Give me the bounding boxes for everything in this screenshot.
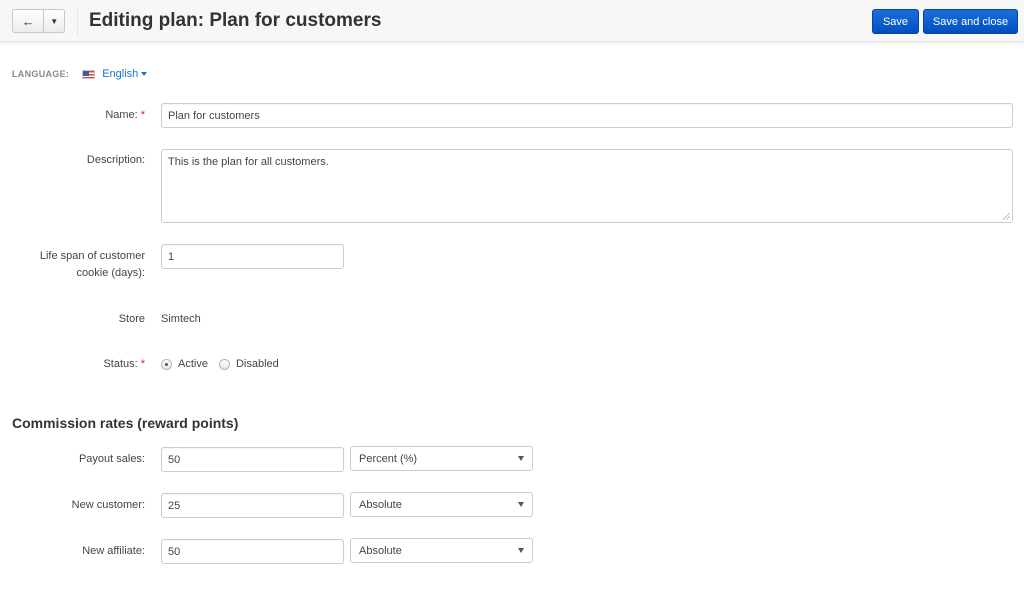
cookie-lifespan-input[interactable]: 1 [161,244,344,269]
status-disabled-label[interactable]: Disabled [236,358,279,370]
language-value: English [102,68,139,80]
language-selector-row: LANGUAGE: English [12,68,148,80]
payout-sales-label: Payout sales: [78,453,145,465]
arrow-left-icon: ← [21,13,35,29]
required-marker: * [140,358,145,370]
save-and-close-button[interactable]: Save and close [923,9,1018,34]
language-label: LANGUAGE: [12,69,70,79]
navigation-button-group: ← ▼ [12,9,65,33]
history-dropdown-button[interactable]: ▼ [44,10,64,32]
payout-sales-input[interactable]: 50 [161,447,344,472]
name-label: Name: * [105,109,145,121]
description-label: Description: [86,154,145,166]
back-button[interactable]: ← [13,10,45,32]
caret-down-icon: ▼ [50,16,59,26]
toolbar-divider [77,6,78,36]
status-active-radio[interactable] [161,358,172,370]
select-value: Absolute [359,544,402,557]
select-value: Percent (%) [359,452,418,465]
new-customer-type-select[interactable]: Absolute [350,492,533,517]
new-affiliate-input[interactable]: 50 [161,539,344,564]
new-affiliate-label: New affiliate: [82,545,145,557]
status-label: Status: * [103,358,145,370]
select-value: Absolute [359,498,402,511]
commission-section-title: Commission rates (reward points) [12,415,239,431]
required-marker: * [140,109,145,121]
caret-down-icon [518,456,524,461]
page-title: Editing plan: Plan for customers [89,10,382,31]
cookie-lifespan-label: Life span of customer cookie (days): [39,250,145,279]
us-flag-icon [82,69,96,79]
new-affiliate-type-select[interactable]: Absolute [350,538,533,563]
status-disabled-radio[interactable] [218,358,230,370]
new-customer-label: New customer: [71,499,145,511]
status-active-label[interactable]: Active [178,358,208,370]
name-input[interactable]: Plan for customers [161,103,1013,128]
caret-down-icon [518,502,524,507]
new-customer-input[interactable]: 25 [161,493,344,518]
resize-handle[interactable] [1003,213,1010,220]
caret-down-icon [141,72,148,77]
store-value: Simtech [161,313,201,325]
top-toolbar: ← ▼ Editing plan: Plan for customers Sav… [0,0,1024,42]
description-text: This is the plan for all customers. [168,156,329,168]
save-button[interactable]: Save [872,9,919,34]
description-textarea[interactable]: This is the plan for all customers. [161,149,1013,223]
status-radio-group: Active Disabled [161,358,290,370]
payout-sales-type-select[interactable]: Percent (%) [350,446,533,471]
caret-down-icon [518,548,524,553]
language-dropdown[interactable]: English [102,68,148,80]
store-label: Store [118,313,145,325]
